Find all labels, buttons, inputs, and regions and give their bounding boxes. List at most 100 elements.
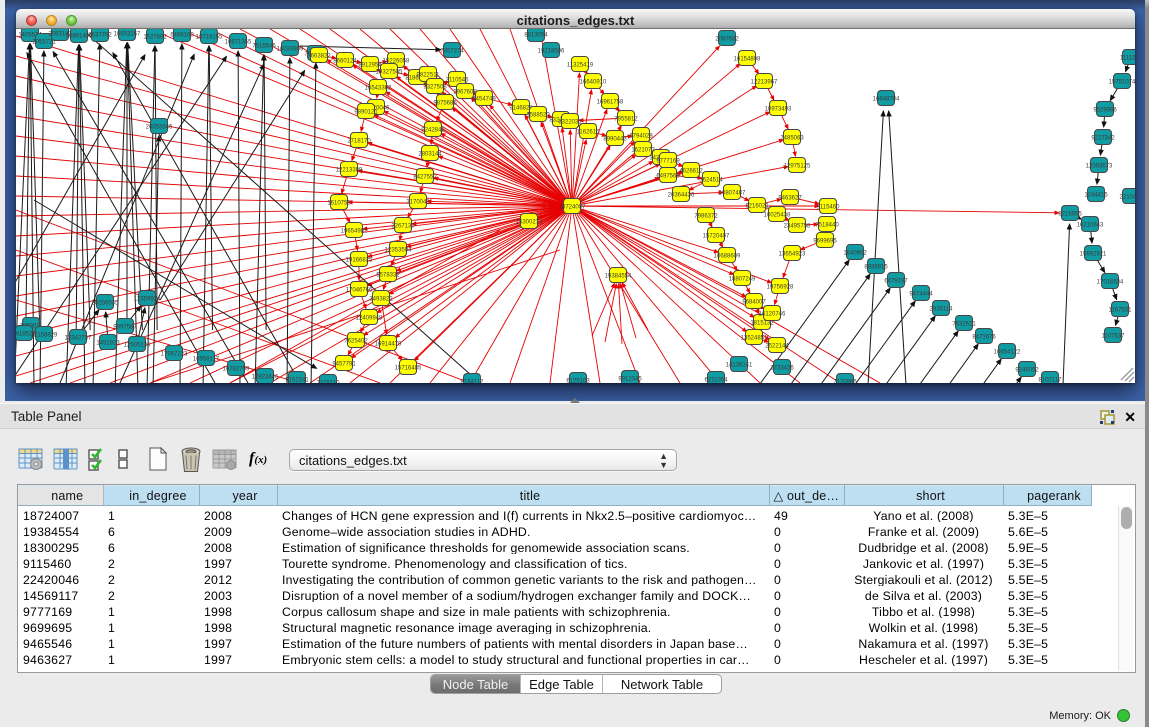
svg-text:9777169: 9777169	[656, 159, 680, 165]
svg-text:16914479: 16914479	[375, 342, 402, 348]
svg-text:9245052: 9245052	[1015, 368, 1039, 374]
svg-text:19218506: 19218506	[538, 49, 565, 55]
svg-text:10958117: 10958117	[193, 357, 220, 363]
svg-text:10973493: 10973493	[765, 107, 792, 113]
svg-text:9875685: 9875685	[433, 101, 457, 107]
svg-text:8322031: 8322031	[558, 120, 582, 126]
svg-text:7215110: 7215110	[317, 381, 341, 384]
svg-text:8990443: 8990443	[603, 137, 627, 143]
svg-text:10025438: 10025438	[764, 213, 791, 219]
svg-text:17046766: 17046766	[346, 288, 373, 294]
svg-text:7986372: 7986372	[694, 214, 718, 220]
svg-text:16640910: 16640910	[580, 80, 607, 86]
svg-text:8938915: 8938915	[864, 265, 888, 271]
svg-text:16033809: 16033809	[277, 47, 304, 53]
svg-text:19384554: 19384554	[605, 274, 632, 280]
svg-text:10671355: 10671355	[225, 40, 252, 46]
svg-text:19166825: 19166825	[346, 258, 373, 264]
svg-text:14136141: 14136141	[726, 363, 753, 369]
svg-text:20364436: 20364436	[668, 193, 695, 199]
svg-text:18807249: 18807249	[729, 277, 756, 283]
svg-text:7625402: 7625402	[344, 339, 368, 345]
svg-text:2522144: 2522144	[765, 344, 789, 350]
svg-text:9684007: 9684007	[742, 300, 766, 306]
svg-text:1527602: 1527602	[143, 35, 167, 41]
svg-text:3493822: 3493822	[369, 297, 393, 303]
svg-text:16782759: 16782759	[223, 367, 250, 373]
svg-text:7663822: 7663822	[307, 54, 331, 60]
svg-text:4626612: 4626612	[679, 169, 703, 175]
svg-text:8454749: 8454749	[472, 97, 496, 103]
svg-text:12409948: 12409948	[356, 316, 383, 322]
svg-text:8471676: 8471676	[972, 335, 996, 341]
svg-text:9242848: 9242848	[421, 128, 445, 134]
svg-text:6211054: 6211054	[705, 378, 729, 384]
svg-text:12342737: 12342737	[65, 336, 92, 342]
svg-text:20206535: 20206535	[92, 301, 119, 307]
svg-text:1588520: 1588520	[526, 113, 550, 119]
svg-text:17016534: 17016534	[1097, 280, 1124, 286]
svg-text:19654982: 19654982	[341, 229, 368, 235]
svg-text:9115460: 9115460	[817, 205, 841, 211]
svg-text:13524851: 13524851	[741, 336, 768, 342]
svg-text:9699695: 9699695	[813, 239, 837, 245]
svg-text:3170041: 3170041	[406, 200, 430, 206]
svg-text:3624514: 3624514	[699, 178, 723, 184]
svg-text:1640952: 1640952	[843, 251, 867, 257]
svg-text:1733426: 1733426	[770, 366, 794, 372]
svg-text:17957223: 17957223	[161, 352, 188, 358]
svg-text:1107537: 1107537	[1102, 334, 1126, 340]
svg-text:9474444: 9474444	[909, 292, 933, 298]
svg-text:6497568: 6497568	[656, 174, 680, 180]
svg-text:9457791: 9457791	[332, 362, 356, 368]
svg-text:16154808: 16154808	[734, 57, 761, 63]
svg-text:9227342: 9227342	[1091, 136, 1115, 142]
svg-text:12359924: 12359924	[134, 297, 161, 303]
svg-text:20053346: 20053346	[146, 125, 173, 131]
svg-text:16961758: 16961758	[597, 100, 624, 106]
svg-text:8154112: 8154112	[461, 380, 485, 384]
svg-text:12213389: 12213389	[336, 168, 363, 174]
svg-text:7955812: 7955812	[614, 117, 638, 123]
svg-text:10654122: 10654122	[994, 350, 1021, 356]
svg-text:1451923: 1451923	[96, 341, 120, 347]
svg-text:19327505: 19327505	[376, 70, 403, 76]
svg-text:6125103: 6125103	[566, 379, 590, 384]
svg-text:9997587: 9997587	[113, 325, 137, 331]
svg-text:1621072: 1621072	[631, 148, 655, 154]
svg-text:2087682: 2087682	[715, 37, 739, 43]
svg-text:8813054: 8813054	[524, 33, 548, 39]
svg-text:16120746: 16120746	[759, 312, 786, 318]
svg-text:10653267: 10653267	[114, 32, 141, 38]
svg-text:8215955: 8215955	[1058, 212, 1082, 218]
svg-text:23495758: 23495758	[784, 224, 811, 230]
svg-text:8660124: 8660124	[333, 59, 357, 65]
svg-text:3267130: 3267130	[391, 224, 415, 230]
svg-text:15720407: 15720407	[703, 234, 730, 240]
svg-text:6466160: 6466160	[170, 33, 194, 39]
svg-text:10719155: 10719155	[196, 35, 223, 41]
svg-text:15300273: 15300273	[516, 220, 543, 226]
svg-text:12505135: 12505135	[124, 343, 151, 349]
svg-text:9152241: 9152241	[285, 378, 309, 384]
svg-text:7632621: 7632621	[952, 322, 976, 328]
svg-text:1244415: 1244415	[1084, 193, 1108, 199]
svg-text:2110546: 2110546	[446, 78, 470, 84]
svg-text:2935114: 2935114	[930, 307, 954, 313]
svg-text:16648784: 16648784	[873, 97, 900, 103]
svg-text:6794028: 6794028	[629, 134, 653, 140]
svg-text:2210411: 2210411	[1120, 195, 1135, 201]
svg-text:1162615: 1162615	[577, 130, 601, 136]
svg-text:8427552: 8427552	[413, 175, 437, 181]
svg-text:18724007: 18724007	[559, 205, 586, 211]
svg-text:1815132: 1815132	[750, 321, 774, 327]
svg-text:7515546: 7515546	[252, 44, 276, 50]
svg-text:9529966: 9529966	[1093, 108, 1117, 114]
svg-text:2718170: 2718170	[347, 139, 371, 145]
svg-text:12923446: 12923446	[252, 375, 279, 381]
svg-text:16210643: 16210643	[1077, 223, 1104, 229]
svg-text:5578332: 5578332	[376, 273, 400, 279]
svg-text:12093573: 12093573	[1086, 164, 1113, 170]
svg-text:1610755: 1610755	[327, 201, 351, 207]
svg-text:8102117: 8102117	[1039, 378, 1063, 384]
